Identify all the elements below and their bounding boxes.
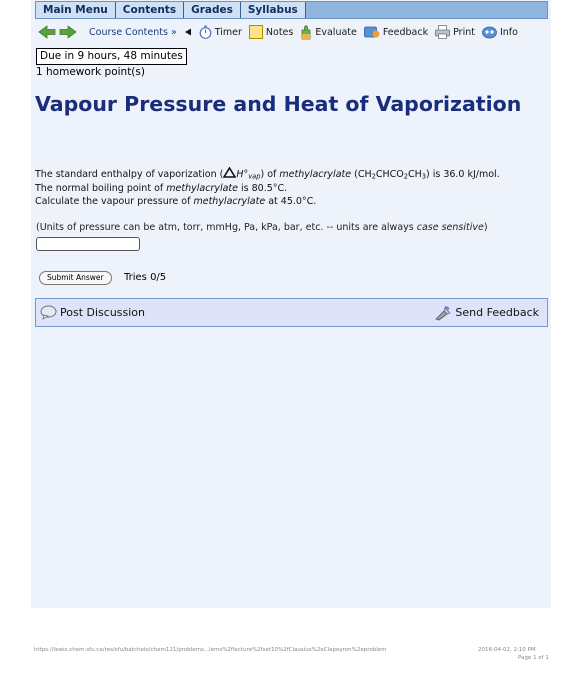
units-hint: (Units of pressure can be atm, torr, mmH… (36, 222, 488, 233)
problem-line-1-end: ) is 36.0 kJ/mol. (425, 169, 500, 180)
menu-contents[interactable]: Contents (115, 2, 185, 18)
info-icon (482, 26, 497, 38)
formula-part-3: CH (407, 169, 422, 180)
problem-line-1-start: The standard enthalpy of vaporization ( (35, 169, 224, 180)
discussion-bar: Post Discussion Send Feedback (35, 298, 548, 327)
post-discussion-label: Post Discussion (60, 306, 146, 319)
problem-line-2-end: is 80.5°C. (237, 183, 288, 194)
compound-name: methylacrylate (166, 183, 238, 194)
post-discussion-link[interactable]: Post Discussion (40, 305, 145, 320)
send-feedback-link[interactable]: Send Feedback (434, 304, 539, 321)
evaluate-icon (301, 24, 311, 39)
send-feedback-icon (435, 306, 451, 321)
compound-name: methylacrylate (193, 196, 266, 207)
send-feedback-label: Send Feedback (455, 306, 539, 319)
units-hint-start: (Units of pressure can be atm, torr, mmH… (36, 222, 417, 233)
feedback-label: Feedback (382, 26, 429, 38)
menu-syllabus[interactable]: Syllabus (240, 2, 306, 18)
menu-bar-fill (305, 2, 547, 18)
units-hint-end: ) (483, 222, 488, 233)
timer-button[interactable]: Timer (184, 25, 242, 39)
answer-input[interactable] (36, 237, 140, 251)
problem-line-1-mid: ) of (260, 169, 280, 180)
tries-counter: Tries 0/5 (124, 272, 167, 283)
problem-line-3: Calculate the vapour pressure of methyla… (35, 196, 316, 207)
problem-line-3-end: at 45.0°C. (265, 196, 317, 207)
info-label: Info (499, 26, 518, 38)
feedback-button[interactable]: Feedback (363, 25, 429, 39)
back-arrow-icon[interactable] (38, 25, 56, 39)
problem-line-1: The standard enthalpy of vaporization ( H… (35, 166, 500, 181)
vap-subscript: vap (248, 172, 261, 181)
compound-name: methylacrylate (279, 169, 352, 180)
breadcrumb-course-contents[interactable]: Course Contents » (89, 27, 177, 38)
problem-line-2-start: The normal boiling point of (35, 183, 167, 194)
stopwatch-icon (199, 25, 212, 39)
submit-answer-button[interactable]: Submit Answer (39, 271, 112, 285)
feedback-icon (363, 26, 380, 38)
page-title: Vapour Pressure and Heat of Vaporization (35, 92, 522, 116)
problem-line-3-start: Calculate the vapour pressure of (35, 196, 194, 207)
print-icon (435, 25, 451, 39)
notes-button[interactable]: Notes (248, 25, 294, 39)
notes-icon (248, 25, 263, 39)
footer-page-number: Page 1 of 1 (518, 655, 549, 661)
menu-main-menu[interactable]: Main Menu (36, 2, 116, 18)
evaluate-button[interactable]: Evaluate (300, 24, 357, 40)
formula-part-1: (CH (354, 169, 372, 180)
menu-grades[interactable]: Grades (184, 2, 241, 18)
info-button[interactable]: Info (482, 26, 518, 39)
discussion-bubble-icon (40, 305, 57, 320)
due-date-box: Due in 9 hours, 48 minutes (36, 48, 187, 65)
problem-line-2: The normal boiling point of methylacryla… (35, 183, 287, 194)
collapse-arrow-icon (184, 28, 191, 36)
formula-part-2: CHCO (375, 169, 404, 180)
main-menu-bar: Main Menu Contents Grades Syllabus (35, 1, 548, 19)
print-label: Print (453, 26, 475, 38)
toolbar: Course Contents » Timer Notes Evaluate F… (35, 21, 548, 43)
forward-arrow-icon[interactable] (59, 25, 77, 39)
homework-points: 1 homework point(s) (36, 66, 145, 78)
enthalpy-symbol: H° (236, 169, 249, 180)
notes-label: Notes (265, 26, 294, 38)
delta-symbol-icon (222, 166, 237, 178)
footer-date: 2016-04-02, 2:10 PM (478, 647, 536, 653)
units-hint-emphasis: case sensitive (416, 222, 484, 233)
timer-label: Timer (214, 26, 242, 38)
print-button[interactable]: Print (435, 25, 475, 39)
footer-url: https://lewis.chem.sfu.ca/res/sfu/batche… (34, 647, 387, 653)
evaluate-label: Evaluate (315, 26, 357, 38)
